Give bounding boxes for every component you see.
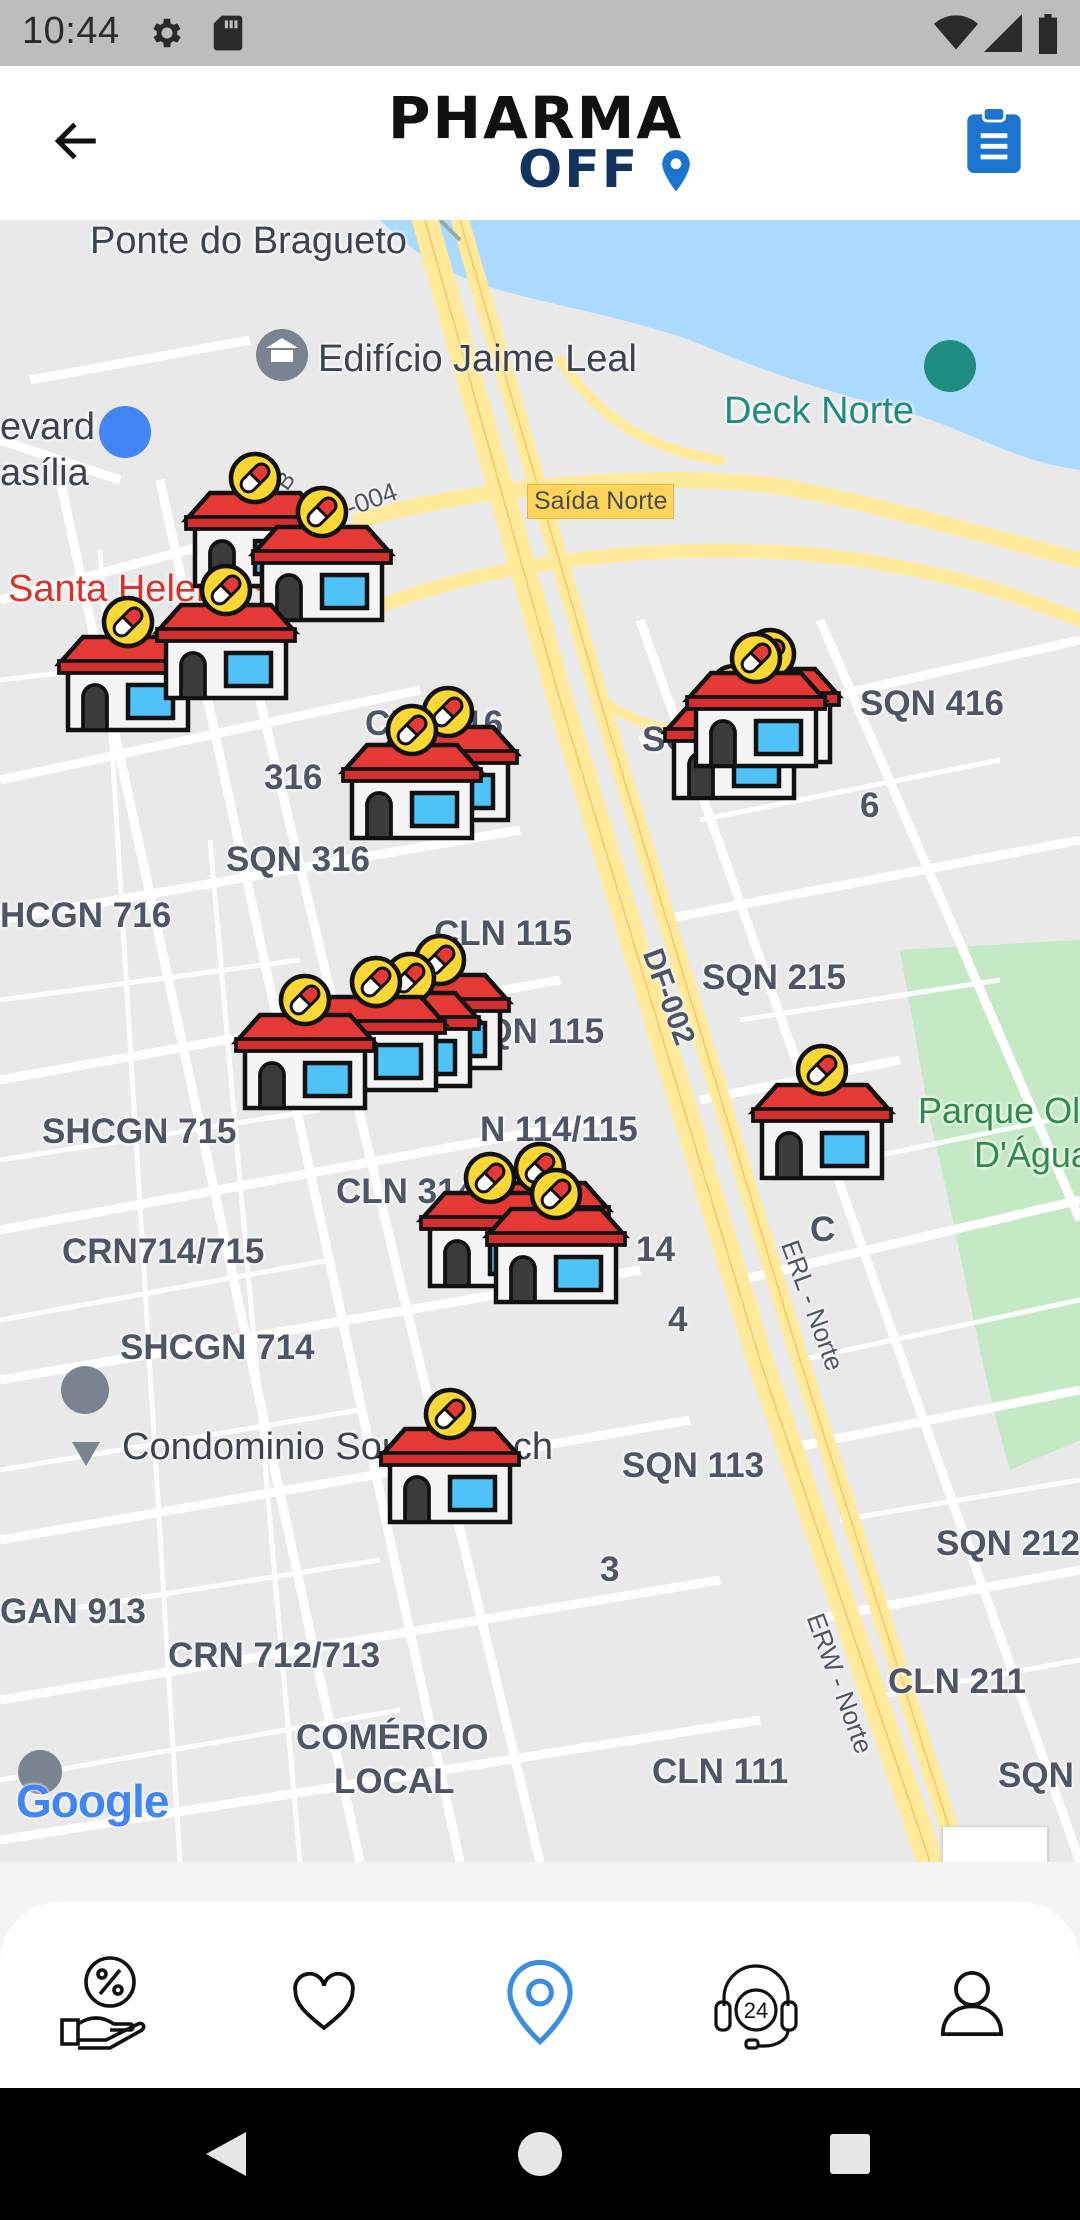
pharmacy-marker[interactable] xyxy=(481,1164,631,1314)
pharmacy-marker-icon xyxy=(230,973,380,1111)
battery-icon xyxy=(1038,14,1058,54)
pharmacy-marker-icon xyxy=(681,631,831,769)
nav-discounts[interactable] xyxy=(56,1952,156,2052)
label-sqn-right: SQN xyxy=(998,1756,1074,1795)
signal-icon xyxy=(984,14,1022,52)
zoom-in-button[interactable]: + xyxy=(943,1827,1047,1862)
label-c: C xyxy=(810,1210,836,1249)
bottom-navigation: 24 xyxy=(0,1862,1080,2088)
pharmacy-marker[interactable] xyxy=(747,1040,897,1190)
label-asilia: asília xyxy=(0,452,89,494)
label-comercio: COMÉRCIO xyxy=(296,1718,489,1757)
status-bar: 10:44 xyxy=(0,0,1080,66)
label-sqn416: SQN 416 xyxy=(860,684,1004,723)
user-icon xyxy=(940,1970,1004,2036)
nav-favorites[interactable] xyxy=(274,1952,374,2052)
pharmacy-marker-icon xyxy=(337,703,487,841)
back-arrow-icon[interactable] xyxy=(52,116,102,166)
label-num3: 3 xyxy=(600,1550,620,1589)
label-evard: evard xyxy=(0,406,96,448)
back-triangle-icon[interactable] xyxy=(206,2132,246,2176)
pharmacy-marker-icon xyxy=(481,1167,631,1305)
pharmacy-marker[interactable] xyxy=(151,560,301,710)
logo-pin-icon xyxy=(662,150,690,192)
label-deck: Deck Norte xyxy=(724,390,915,432)
home-circle-icon[interactable] xyxy=(518,2132,562,2176)
label-sqn215: SQN 215 xyxy=(702,958,846,997)
logo-pharma: PHARMA xyxy=(388,84,684,152)
pharmacy-marker[interactable] xyxy=(230,970,380,1120)
app-logo: PHARMA OFF xyxy=(388,88,698,204)
label-num14: 14 xyxy=(636,1230,675,1269)
discount-hand-icon xyxy=(60,1956,146,2050)
label-local: LOCAL xyxy=(334,1762,455,1801)
recents-square-icon[interactable] xyxy=(830,2134,870,2174)
label-gan913: GAN 913 xyxy=(0,1592,146,1631)
map-view[interactable]: Ponte do Bragueto Edifício Jaime Leal De… xyxy=(0,220,1080,1862)
headset-24-icon: 24 xyxy=(714,1964,798,2050)
pharmacy-marker[interactable] xyxy=(375,1384,525,1534)
label-shcgn715: SHCGN 715 xyxy=(42,1112,237,1151)
pharmacy-marker-icon xyxy=(747,1043,897,1181)
pharmacy-marker[interactable] xyxy=(337,700,487,850)
svg-text:24: 24 xyxy=(744,1998,768,2023)
label-cln111: CLN 111 xyxy=(652,1752,789,1791)
label-cln211: CLN 211 xyxy=(888,1662,1027,1701)
pharmacy-marker-icon xyxy=(375,1387,525,1525)
nav-profile[interactable] xyxy=(922,1952,1022,2052)
settings-icon xyxy=(153,18,181,48)
heart-icon xyxy=(293,1972,355,2031)
label-shcgn714: SHCGN 714 xyxy=(120,1328,315,1367)
label-num316: 316 xyxy=(264,758,323,797)
label-num6: 6 xyxy=(860,786,880,825)
logo-off: OFF xyxy=(518,140,640,200)
sd-card-icon xyxy=(213,15,243,51)
pharmacy-marker[interactable] xyxy=(681,628,831,778)
google-logo: Google xyxy=(16,1775,169,1827)
label-hcgn716: HCGN 716 xyxy=(0,896,172,935)
status-time: 10:44 xyxy=(22,10,120,52)
zoom-controls: + − xyxy=(942,1826,1048,1862)
label-parque-2: D'Água xyxy=(974,1134,1080,1175)
wifi-icon xyxy=(934,15,978,50)
clipboard-icon[interactable] xyxy=(962,106,1026,176)
label-ponte: Ponte do Bragueto xyxy=(90,220,407,262)
label-crn714: CRN714/715 xyxy=(62,1232,265,1271)
label-num4: 4 xyxy=(668,1300,688,1339)
location-pin-icon xyxy=(507,1959,573,2045)
pharmacy-marker-icon xyxy=(151,563,301,701)
label-saida: Saída Norte xyxy=(527,484,675,519)
label-sqn113: SQN 113 xyxy=(622,1446,765,1485)
app-bar: PHARMA OFF xyxy=(0,66,1080,220)
system-navigation-bar xyxy=(0,2088,1080,2220)
label-edificio: Edifício Jaime Leal xyxy=(318,338,637,380)
label-crn712: CRN 712/713 xyxy=(168,1636,381,1675)
label-parque-1: Parque Ol xyxy=(918,1090,1080,1131)
label-sqn212: SQN 212 xyxy=(936,1524,1080,1563)
nav-support[interactable]: 24 xyxy=(706,1952,806,2052)
nav-map[interactable] xyxy=(490,1952,590,2052)
